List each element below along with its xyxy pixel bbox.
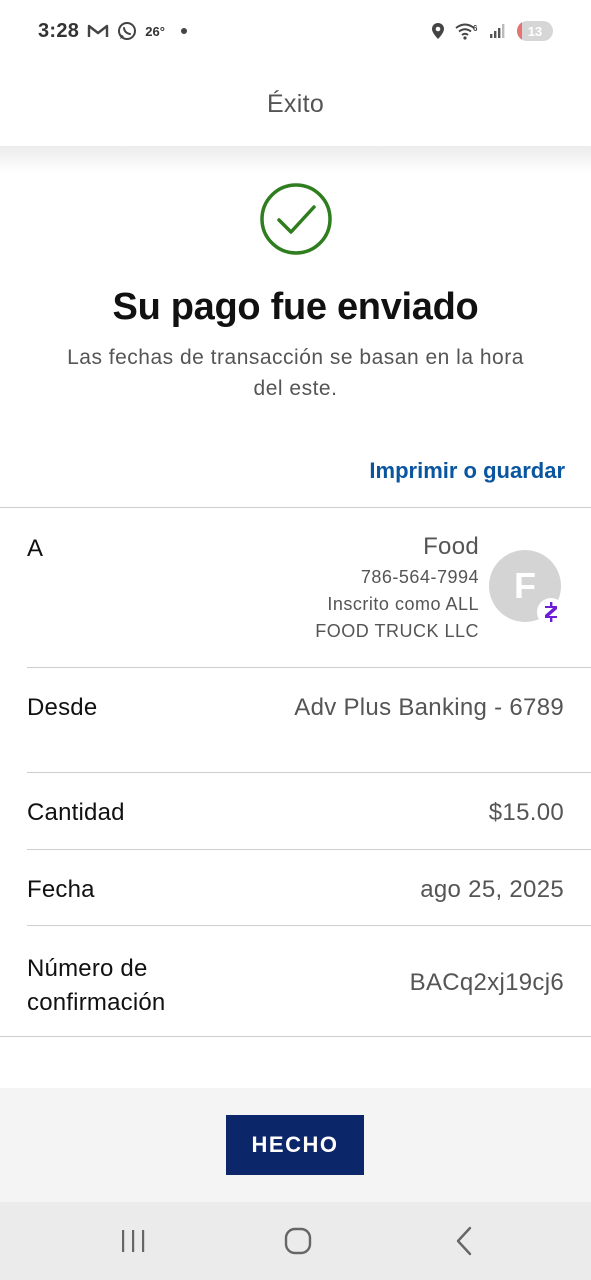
amount-label: Cantidad	[27, 799, 125, 826]
to-label: A	[27, 535, 44, 562]
success-subtitle-line-1: Las fechas de transacción se basan en la…	[67, 346, 524, 369]
status-time: 3:28	[38, 19, 80, 42]
confirmation-label-line-2: confirmación	[27, 989, 166, 1016]
recipient-enrolled-line-1: Inscrito como ALL	[327, 594, 479, 614]
notification-dot	[180, 28, 187, 34]
done-button[interactable]: HECHO	[226, 1115, 364, 1175]
back-icon	[456, 1226, 472, 1256]
divider	[27, 667, 591, 668]
success-subtitle-line-2: del este.	[253, 377, 338, 400]
wifi-6-icon: 6	[455, 22, 479, 40]
recipient-name: Food	[423, 533, 479, 560]
amount-value: $15.00	[488, 799, 564, 826]
success-subtitle: Las fechas de transacción se basan en la…	[30, 342, 561, 404]
date-label: Fecha	[27, 876, 95, 903]
check-circle-icon	[259, 183, 332, 255]
confirmation-label-line-1: Número de	[27, 955, 148, 982]
recent-apps-button[interactable]	[103, 1216, 163, 1266]
success-title: Su pago fue enviado	[112, 286, 479, 328]
confirmation-label: Número de confirmación	[27, 952, 165, 1020]
signal-icon	[489, 23, 507, 39]
gmail-icon	[87, 23, 109, 39]
back-button[interactable]	[434, 1216, 494, 1266]
home-button[interactable]	[268, 1216, 328, 1266]
app-header: Éxito	[0, 62, 591, 146]
avatar-initial: F	[514, 565, 536, 606]
success-icon-wrap	[0, 182, 591, 256]
status-left: 3:28 26°	[38, 20, 187, 43]
header-shadow	[0, 146, 591, 174]
page-title: Éxito	[266, 89, 325, 118]
divider	[0, 1036, 591, 1037]
system-nav-bar	[0, 1202, 591, 1280]
location-icon	[431, 22, 445, 40]
from-label: Desde	[27, 694, 98, 721]
status-right: 6 13	[431, 21, 553, 41]
zelle-icon	[537, 598, 565, 626]
divider	[27, 925, 591, 926]
print-or-save-link[interactable]: Imprimir o guardar	[369, 458, 565, 484]
confirmation-number-value: BACq2xj19cj6	[409, 969, 564, 996]
status-bar: 3:28 26° 6 13	[0, 0, 591, 62]
date-value: ago 25, 2025	[420, 876, 564, 903]
recipient-enrolled-line-2: FOOD TRUCK LLC	[315, 621, 479, 641]
whatsapp-icon	[117, 21, 137, 41]
recipient-phone: 786-564-7994	[360, 567, 479, 587]
battery-icon: 13	[517, 21, 553, 41]
home-icon	[284, 1227, 312, 1255]
divider	[0, 507, 591, 508]
divider	[27, 772, 591, 773]
from-account-value: Adv Plus Banking - 6789	[294, 694, 564, 721]
recipient-info: Food 786-564-7994 Inscrito como ALL FOOD…	[315, 530, 479, 645]
status-temperature: 26°	[145, 23, 165, 39]
recent-apps-icon	[122, 1230, 145, 1252]
divider	[27, 849, 591, 850]
battery-fill	[517, 21, 522, 41]
battery-level: 13	[527, 23, 543, 39]
svg-text:6: 6	[473, 24, 478, 33]
